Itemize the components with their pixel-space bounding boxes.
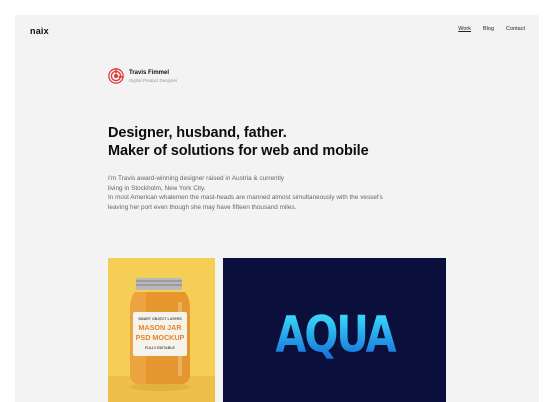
mason-jar-image: SMART OBJECT LAYERS MASON JAR PSD MOCKUP… <box>108 258 215 402</box>
aqua-image: AQUA <box>223 258 446 402</box>
aqua-lettering: AQUA <box>275 305 396 364</box>
nav-item-work[interactable]: Work <box>458 26 471 32</box>
jar-title-2: PSD MOCKUP <box>136 333 185 342</box>
bio-line-4: leaving her port even though she may hav… <box>108 203 297 211</box>
nav-item-contact[interactable]: Contact <box>506 26 525 32</box>
bio-line-2: living in Stockholm, New York City. <box>108 184 206 192</box>
headline-line-1: Designer, husband, father. <box>108 125 287 141</box>
page-frame: naix Work Blog Contact Travis Fimmel Dig… <box>15 15 539 402</box>
bio-text: I'm Travis award-winning designer raised… <box>108 174 428 212</box>
author-role: Digital Product Designer <box>129 77 178 83</box>
author-block: Travis Fimmel Digital Product Designer <box>108 68 178 84</box>
headline-line-2: Maker of solutions for web and mobile <box>108 143 369 159</box>
site-logo[interactable]: naix <box>30 26 49 36</box>
jar-title-1: MASON JAR <box>138 323 182 332</box>
main-nav: Work Blog Contact <box>458 26 525 32</box>
jar-label-bottom: FULLY EDITABLE <box>145 346 175 350</box>
jar-label-top: SMART OBJECT LAYERS <box>138 317 182 321</box>
bio-line-1: I'm Travis award-winning designer raised… <box>108 175 284 182</box>
portfolio-tile-mason-jar[interactable]: SMART OBJECT LAYERS MASON JAR PSD MOCKUP… <box>108 258 215 402</box>
portfolio-tile-aqua[interactable]: AQUA <box>223 258 446 402</box>
page-headline: Designer, husband, father. Maker of solu… <box>108 124 369 160</box>
author-logo-icon <box>108 68 124 84</box>
author-name: Travis Fimmel <box>129 69 170 76</box>
nav-item-blog[interactable]: Blog <box>483 26 494 32</box>
bio-line-3: In most American whalemen the mast-heads… <box>108 194 383 201</box>
